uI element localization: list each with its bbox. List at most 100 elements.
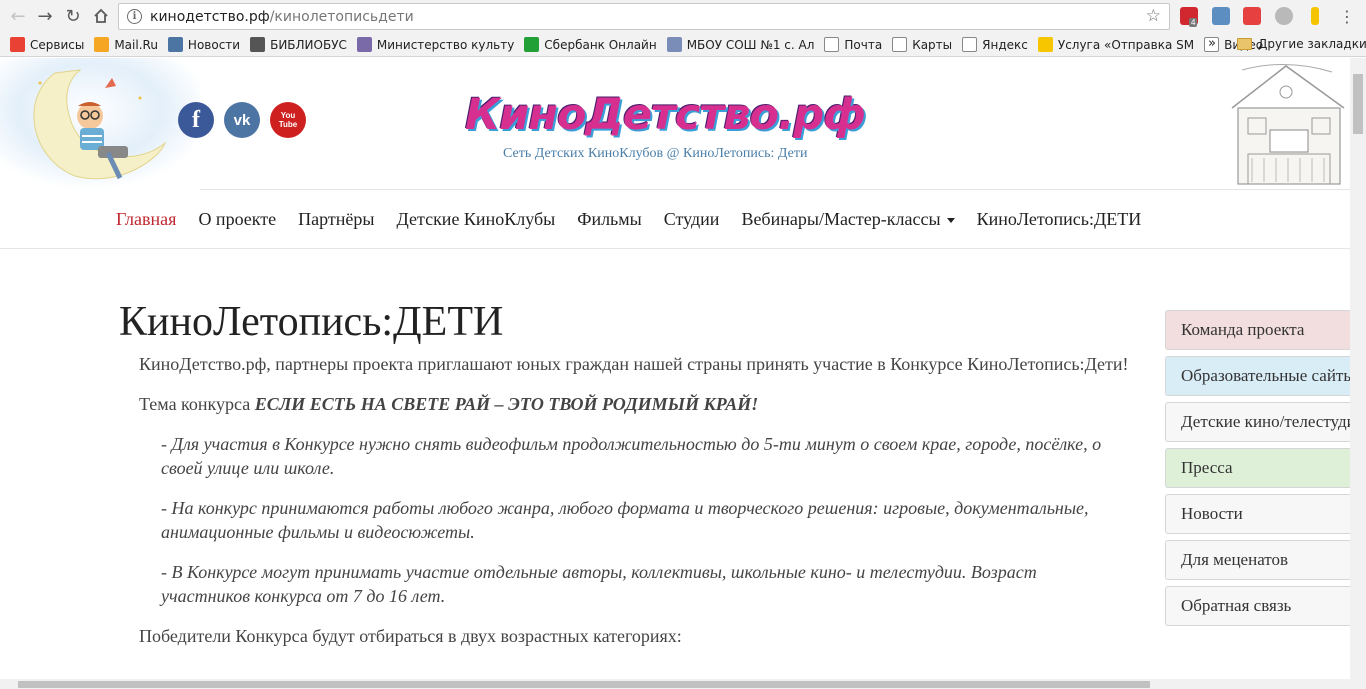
nav-item[interactable]: Детские КиноКлубы bbox=[397, 209, 556, 230]
bookmark-label: Карты bbox=[912, 37, 953, 52]
info-icon[interactable]: i bbox=[127, 9, 142, 24]
bookmark-item[interactable]: Карты bbox=[892, 37, 952, 52]
vk-icon[interactable]: vk bbox=[224, 102, 260, 138]
bookmark-label: Сервисы bbox=[30, 37, 85, 52]
bookmark-label: Сбербанк Онлайн bbox=[544, 37, 657, 52]
sidebar-item[interactable]: Новости bbox=[1165, 494, 1350, 534]
page-icon bbox=[962, 37, 978, 52]
shield-icon bbox=[666, 37, 682, 52]
main-content: КиноЛетопись:ДЕТИ КиноДетство.рф, партне… bbox=[119, 298, 1129, 648]
bookmark-label: Министерство культу bbox=[376, 37, 515, 52]
sberbank-icon bbox=[524, 37, 540, 52]
home-icon[interactable] bbox=[87, 2, 115, 30]
bookmark-item[interactable]: Новости bbox=[167, 37, 241, 52]
web-page: f vk You Tube КиноДетство.рф Сеть Детских… bbox=[0, 58, 1366, 689]
page-icon bbox=[824, 37, 840, 52]
address-bar[interactable]: i кинодетство.рф/кинолетописьдети ☆ bbox=[118, 3, 1170, 30]
page-title: КиноЛетопись:ДЕТИ bbox=[119, 299, 504, 345]
nav-item[interactable]: Студии bbox=[664, 209, 720, 230]
intro-paragraph: КиноДетство.рф, партнеры проекта приглаш… bbox=[139, 354, 1129, 374]
sidebar-item[interactable]: Для меценатов bbox=[1165, 540, 1350, 580]
nav-item-label: Партнёры bbox=[298, 209, 375, 229]
reload-icon[interactable]: ↻ bbox=[59, 2, 87, 30]
bookmarks-bar: Сервисы Mail.Ru Новости БИБЛИОБУС Министерст… bbox=[0, 33, 1366, 57]
kinopoisk-extension-icon[interactable] bbox=[1243, 7, 1261, 25]
bookmark-item[interactable]: Почта bbox=[824, 37, 882, 52]
nav-item[interactable]: О проекте bbox=[198, 209, 276, 230]
theme-paragraph: Тема конкурса ЕСЛИ ЕСТЬ НА СВЕТЕ РАЙ – Э… bbox=[119, 392, 1129, 416]
theme-prefix: Тема конкурса bbox=[139, 394, 255, 414]
nav-item-label: КиноЛетопись:ДЕТИ bbox=[976, 209, 1142, 229]
sidebar-item[interactable]: Обратная связь bbox=[1165, 586, 1350, 626]
menu-icon[interactable]: ⋮ bbox=[1333, 2, 1361, 30]
bookmark-label: Mail.Ru bbox=[114, 37, 158, 52]
back-arrow-icon[interactable]: ← bbox=[4, 2, 32, 30]
url-host: кинодетство.рф bbox=[150, 8, 270, 25]
nav-item-label: Главная bbox=[116, 209, 177, 229]
bookmark-item[interactable]: Яндекс bbox=[962, 37, 1028, 52]
page-icon bbox=[892, 37, 908, 52]
facebook-icon[interactable]: f bbox=[178, 102, 214, 138]
emblem-icon bbox=[356, 37, 372, 52]
main-navigation: Главная О проекте Партнёры Детские КиноКлуб… bbox=[0, 191, 1350, 249]
forward-arrow-icon[interactable]: → bbox=[31, 2, 59, 30]
browser-toolbar: ← → ↻ i кинодетство.рф/кинолетописьдети … bbox=[0, 0, 1366, 33]
cinema-house-illustration bbox=[1231, 64, 1345, 185]
extension-badge: 4 bbox=[1189, 18, 1198, 27]
bookmark-item[interactable]: Услуга «Отправка SM bbox=[1037, 37, 1195, 52]
folder-icon bbox=[1237, 38, 1252, 50]
sidebar-item[interactable]: Образовательные сайты bbox=[1165, 356, 1350, 396]
vk-icon bbox=[167, 37, 183, 52]
sidebar-item[interactable]: Пресса bbox=[1165, 448, 1350, 488]
scrollbar-thumb[interactable] bbox=[18, 681, 1150, 688]
scrollbar-thumb[interactable] bbox=[1353, 74, 1363, 134]
site-header: f vk You Tube КиноДетство.рф Сеть Детских… bbox=[0, 58, 1350, 190]
nav-item[interactable]: Главная bbox=[116, 209, 176, 230]
other-bookmarks-label: Другие закладки bbox=[1258, 37, 1366, 51]
moon-boy-illustration bbox=[0, 58, 200, 190]
nav-item[interactable]: КиноЛетопись:ДЕТИ bbox=[977, 209, 1142, 230]
nav-item-label: Вебинары/Мастер-классы bbox=[741, 209, 941, 229]
nav-item-label: Детские КиноКлубы bbox=[396, 209, 556, 229]
categories-paragraph: Победители Конкурса будут отбираться в д… bbox=[139, 626, 682, 646]
theme-title: ЕСЛИ ЕСТЬ НА СВЕТЕ РАЙ – ЭТО ТВОЙ РОДИМЫ… bbox=[254, 394, 759, 414]
sidebar-item[interactable]: Команда проекта bbox=[1165, 310, 1350, 350]
bookmark-item[interactable]: БИБЛИОБУС bbox=[250, 37, 347, 52]
sidebar-item[interactable]: Детские кино/телестудии bbox=[1165, 402, 1350, 442]
bookmarks-more-button[interactable]: » bbox=[1208, 36, 1216, 51]
mailru-icon bbox=[94, 37, 110, 52]
gear-icon bbox=[250, 37, 266, 52]
bookmark-item[interactable]: Сбербанк Онлайн bbox=[524, 37, 657, 52]
bookmark-item[interactable]: Министерство культу bbox=[356, 37, 515, 52]
nav-item-label: Фильмы bbox=[577, 209, 642, 229]
bookmark-label: Услуга «Отправка SM bbox=[1057, 37, 1195, 52]
nav-item[interactable]: Вебинары/Мастер-классы bbox=[741, 209, 955, 230]
sidebar-menu: Команда проекта Образовательные сайты Детс… bbox=[1165, 310, 1350, 632]
rule-paragraph: - Для участия в Конкурсе нужно снять вид… bbox=[161, 434, 1102, 478]
bookmark-label: МБОУ СОШ №1 с. Ал bbox=[686, 37, 815, 52]
music-extension-icon[interactable] bbox=[1212, 7, 1230, 25]
bookmark-label: Новости bbox=[187, 37, 241, 52]
rule-paragraph: - В Конкурсе могут принимать участие отд… bbox=[161, 562, 1037, 606]
nav-item[interactable]: Партнёры bbox=[298, 209, 374, 230]
bookmark-star-icon[interactable]: ☆ bbox=[1146, 6, 1161, 26]
bookmark-item[interactable]: МБОУ СОШ №1 с. Ал bbox=[666, 37, 815, 52]
apps-grid-icon bbox=[10, 37, 25, 52]
site-tagline: Сеть Детских КиноКлубов @ КиноЛетопись: … bbox=[503, 146, 808, 161]
flashlight-extension-icon[interactable] bbox=[1311, 7, 1319, 25]
bookmark-label: БИБЛИОБУС bbox=[270, 37, 347, 52]
nav-item-label: О проекте bbox=[198, 209, 277, 229]
bookmark-item[interactable]: Сервисы bbox=[10, 37, 84, 52]
other-bookmarks-folder[interactable]: Другие закладки bbox=[1237, 37, 1366, 51]
translate-extension-icon[interactable] bbox=[1275, 7, 1293, 25]
bookmark-label: Почта bbox=[844, 37, 883, 52]
beeline-icon bbox=[1037, 37, 1053, 52]
horizontal-scrollbar[interactable] bbox=[0, 679, 1350, 689]
bookmark-item[interactable]: Mail.Ru bbox=[94, 37, 158, 52]
nav-item[interactable]: Фильмы bbox=[577, 209, 642, 230]
youtube-icon[interactable]: You Tube bbox=[270, 102, 306, 138]
url-path: /кинолетописьдети bbox=[269, 8, 414, 25]
vertical-scrollbar[interactable] bbox=[1350, 58, 1366, 689]
site-logo[interactable]: КиноДетство.рф bbox=[465, 90, 866, 140]
caret-down-icon bbox=[946, 218, 955, 224]
